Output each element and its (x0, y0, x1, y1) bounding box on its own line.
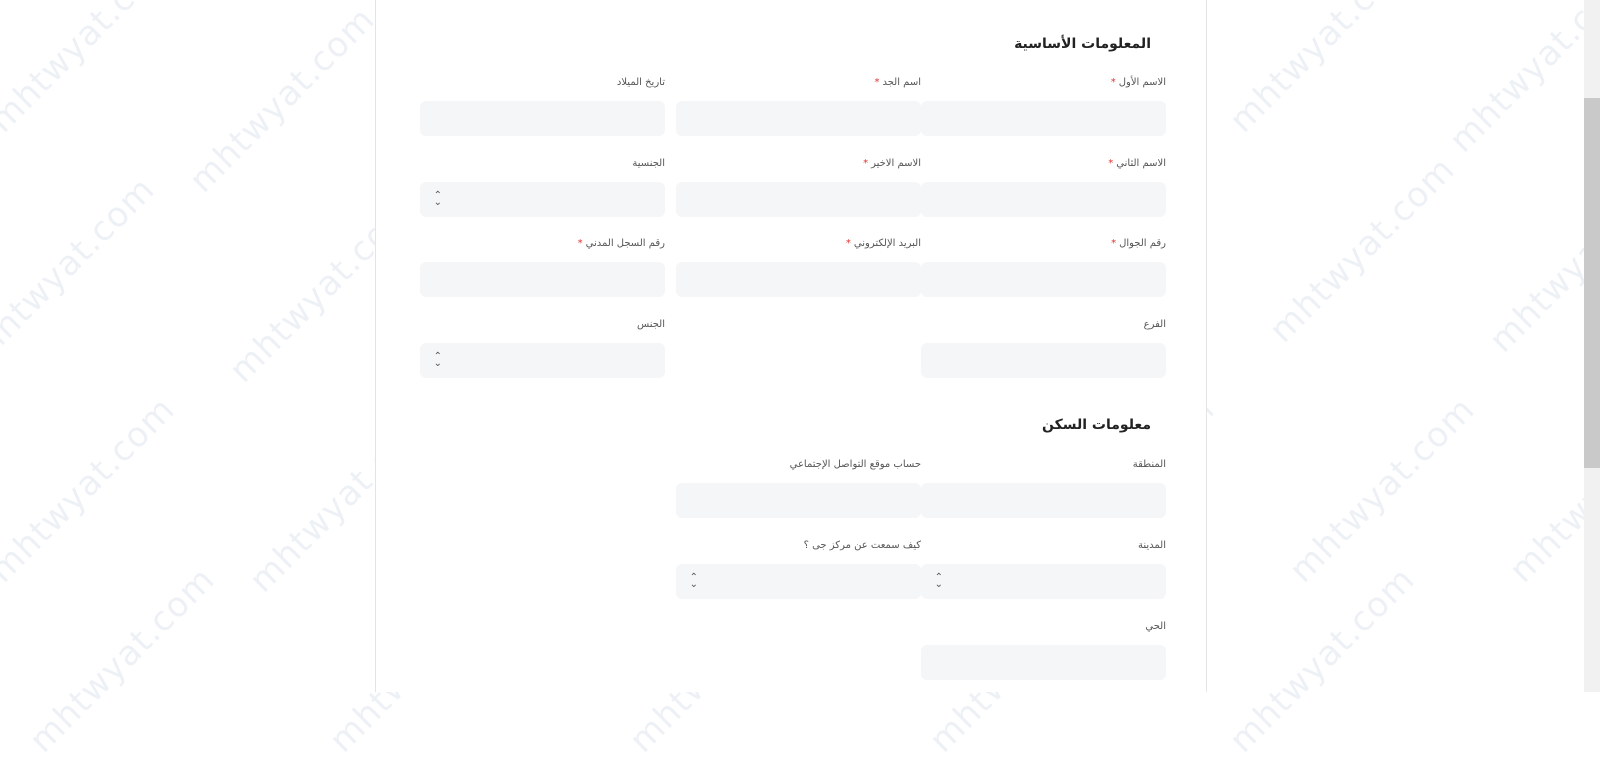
grandfather-name-input[interactable] (676, 101, 921, 136)
field-heard-from: كيف سمعت عن مركز جى ؟ ⌃ ⌄ (676, 539, 921, 599)
field-gender: الجنس ⌃ ⌄ (420, 318, 665, 378)
nationality-label: الجنسية (632, 158, 665, 169)
branch-label: الفرع (1143, 319, 1166, 330)
birth-date-label: تاريخ الميلاد (616, 77, 665, 88)
district-input[interactable] (921, 645, 1166, 680)
required-marker: * (1111, 238, 1117, 249)
field-city: المدينة ⌃ ⌄ (921, 539, 1166, 599)
gender-label: الجنس (636, 319, 665, 330)
required-marker: * (1110, 77, 1116, 88)
required-marker: * (1108, 158, 1114, 169)
field-civil-id: رقم السجل المدني* (420, 237, 665, 297)
region-label: المنطقة (1132, 459, 1166, 470)
field-mobile: رقم الجوال* (921, 237, 1166, 297)
required-marker: * (874, 77, 880, 88)
second-name-input[interactable] (921, 182, 1166, 217)
last-name-input[interactable] (676, 182, 921, 217)
mobile-input[interactable] (921, 262, 1166, 297)
city-select[interactable]: ⌃ ⌄ (921, 564, 1166, 599)
civil-id-input[interactable] (420, 262, 665, 297)
field-branch: الفرع (921, 318, 1166, 378)
form-card: المعلومات الأساسية الاسم الأول* اسم الجد… (375, 0, 1207, 692)
field-region: المنطقة (921, 458, 1166, 518)
last-name-label: الاسم الاخير* (863, 158, 921, 169)
field-email: البريد الإلكتروني* (676, 237, 921, 297)
required-marker: * (845, 238, 851, 249)
select-chevron-icon: ⌃ ⌄ (433, 190, 442, 208)
section-title-residence-info: معلومات السكن (1042, 417, 1151, 433)
field-first-name: الاسم الأول* (921, 76, 1166, 136)
section-title-basic-info: المعلومات الأساسية (1014, 36, 1151, 52)
social-account-input[interactable] (676, 483, 921, 518)
branch-input[interactable] (921, 343, 1166, 378)
grandfather-name-label: اسم الجد* (874, 77, 921, 88)
city-label: المدينة (1137, 540, 1166, 551)
gender-select[interactable]: ⌃ ⌄ (420, 343, 665, 378)
field-second-name: الاسم الثاني* (921, 157, 1166, 217)
social-account-label: حساب موقع التواصل الإجتماعي (789, 459, 921, 470)
field-birth-date: تاريخ الميلاد (420, 76, 665, 136)
mobile-label: رقم الجوال* (1111, 238, 1166, 249)
field-nationality: الجنسية ⌃ ⌄ (420, 157, 665, 217)
field-grandfather-name: اسم الجد* (676, 76, 921, 136)
heard-from-select[interactable]: ⌃ ⌄ (676, 564, 921, 599)
nationality-select[interactable]: ⌃ ⌄ (420, 182, 665, 217)
required-marker: * (577, 238, 583, 249)
civil-id-label: رقم السجل المدني* (577, 238, 665, 249)
heard-from-label: كيف سمعت عن مركز جى ؟ (803, 540, 921, 551)
select-chevron-icon: ⌃ ⌄ (689, 572, 698, 590)
email-input[interactable] (676, 262, 921, 297)
field-social-account: حساب موقع التواصل الإجتماعي (676, 458, 921, 518)
required-marker: * (863, 158, 869, 169)
first-name-input[interactable] (921, 101, 1166, 136)
scrollbar-thumb[interactable] (1584, 98, 1600, 468)
region-input[interactable] (921, 483, 1166, 518)
select-chevron-icon: ⌃ ⌄ (934, 572, 943, 590)
email-label: البريد الإلكتروني* (845, 238, 921, 249)
birth-date-input[interactable] (420, 101, 665, 136)
select-chevron-icon: ⌃ ⌄ (433, 351, 442, 369)
first-name-label: الاسم الأول* (1110, 77, 1166, 88)
district-label: الحي (1145, 621, 1166, 632)
scrollbar-track[interactable] (1584, 0, 1600, 692)
field-district: الحي (921, 620, 1166, 680)
second-name-label: الاسم الثاني* (1108, 158, 1166, 169)
field-last-name: الاسم الاخير* (676, 157, 921, 217)
